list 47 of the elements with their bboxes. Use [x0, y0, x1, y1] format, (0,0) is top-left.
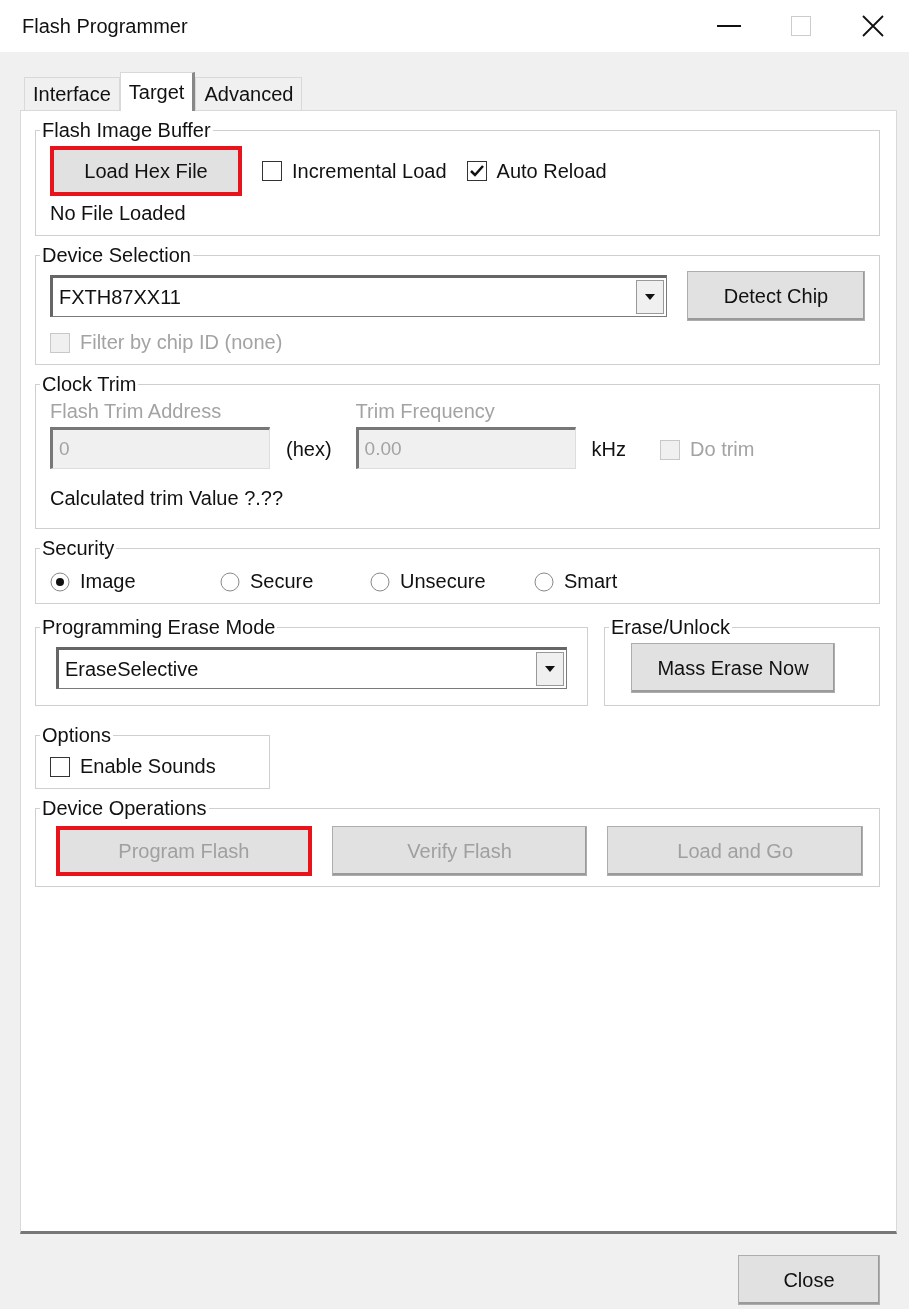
group-title: Clock Trim: [41, 373, 138, 396]
device-dropdown[interactable]: FXTH87XX11: [50, 275, 667, 317]
checkbox[interactable]: [466, 161, 487, 181]
close-dialog-button[interactable]: Close: [738, 1255, 880, 1305]
radio-button[interactable]: [50, 571, 70, 592]
detect-chip-button[interactable]: Detect Chip: [687, 271, 865, 321]
field-label: Trim Frequency: [355, 400, 496, 423]
checkbox-label: Do trim: [690, 438, 755, 461]
radio-button[interactable]: [534, 571, 554, 592]
mass-erase-button[interactable]: Mass Erase Now: [631, 643, 835, 693]
group-title: Options: [41, 724, 112, 747]
window-title: Flash Programmer: [22, 14, 189, 38]
tab[interactable]: Interface: [24, 77, 120, 110]
checkbox-label: Auto Reload: [496, 159, 607, 183]
radio-label: Secure: [250, 570, 314, 593]
unit-label: (hex): [286, 438, 332, 462]
radio-label: Unsecure: [400, 570, 486, 593]
radio-button[interactable]: [220, 571, 240, 592]
checkbox-label: Filter by chip ID (none): [80, 331, 283, 354]
field-label: Flash Trim Address: [50, 400, 223, 423]
group-title: Security: [41, 537, 116, 560]
caret-icon: [544, 665, 556, 673]
erase-mode-dropdown[interactable]: EraseSelective: [56, 647, 567, 689]
status-text: No File Loaded: [50, 202, 186, 224]
tab[interactable]: Target: [119, 72, 196, 111]
group-title: Erase/Unlock: [610, 616, 731, 639]
group-title: Programming Erase Mode: [41, 616, 277, 639]
close-icon[interactable]: [862, 15, 884, 37]
unit-label: kHz: [591, 438, 627, 462]
checkbox-label: Enable Sounds: [80, 755, 216, 778]
dropdown-button[interactable]: [636, 280, 664, 314]
checkbox[interactable]: [262, 161, 282, 181]
dropdown-button[interactable]: [536, 652, 564, 686]
calculated-trim-text: Calculated trim Value ?.??: [50, 487, 284, 509]
checkbox[interactable]: [50, 756, 70, 777]
caret-icon: [644, 293, 656, 301]
dropdown-value: EraseSelective: [65, 657, 199, 681]
radio-label: Smart: [564, 570, 618, 593]
dropdown-value: FXTH87XX11: [59, 285, 181, 309]
radio-label: Image: [80, 570, 136, 593]
checkbox-label: Incremental Load: [292, 159, 447, 183]
load-hex-file-button[interactable]: Load Hex File: [50, 146, 242, 196]
group-title: Device Selection: [41, 244, 192, 267]
group-title: Flash Image Buffer: [41, 119, 212, 142]
tab[interactable]: Advanced: [195, 77, 303, 110]
radio-button[interactable]: [370, 571, 390, 592]
group-title: Device Operations: [41, 797, 208, 820]
